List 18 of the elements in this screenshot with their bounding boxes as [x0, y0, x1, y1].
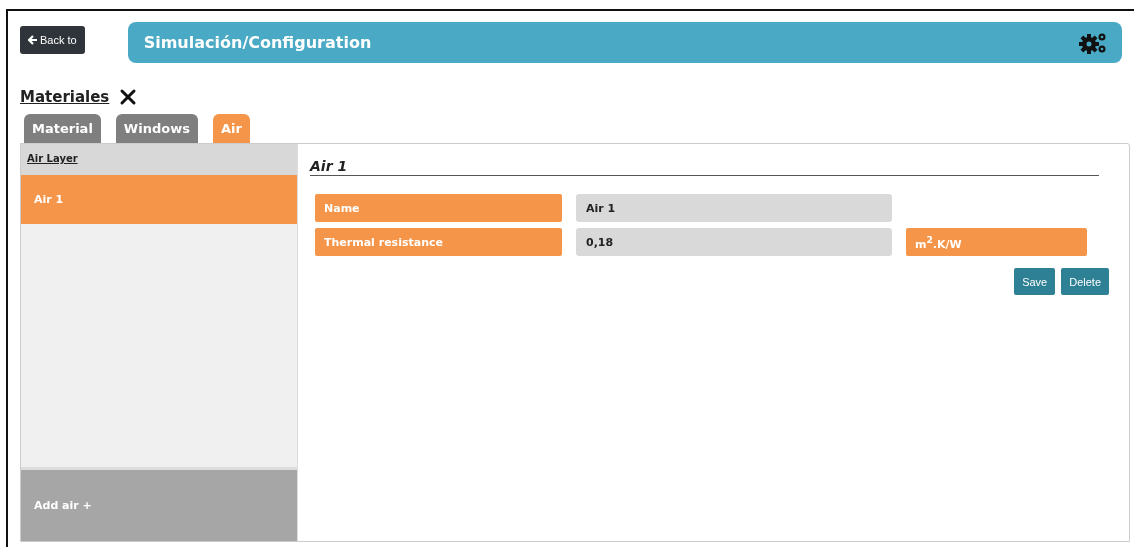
arrow-left-icon: [28, 35, 38, 45]
add-air-button[interactable]: Add air +: [21, 467, 297, 541]
back-button[interactable]: Back to: [20, 26, 85, 54]
sidebar-item[interactable]: Air 1: [21, 175, 297, 224]
section-title: Materiales: [20, 88, 110, 106]
tab[interactable]: Air: [212, 114, 250, 143]
action-button[interactable]: Delete: [1061, 268, 1109, 295]
sidebar-title: Air Layer: [21, 144, 297, 175]
field-label: Name: [315, 194, 562, 222]
unit-label: m$^{2}$.K/W: [906, 228, 1087, 256]
page-title: Simulación/Configuration: [143, 33, 372, 52]
input-field[interactable]: 0,18: [576, 228, 892, 256]
detail-title: Air 1: [310, 158, 1099, 176]
field-label: Thermal resistance: [315, 228, 562, 256]
input-field[interactable]: Air 1: [576, 194, 892, 222]
tab[interactable]: Windows: [115, 114, 198, 143]
tab[interactable]: Material: [24, 114, 101, 143]
action-button[interactable]: Save: [1014, 268, 1056, 295]
